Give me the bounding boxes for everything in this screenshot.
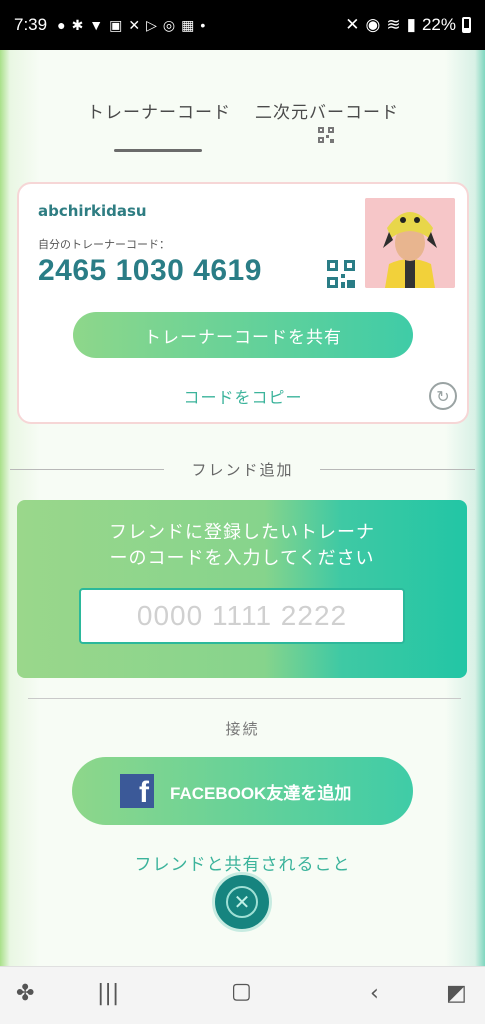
copy-code-link[interactable]: コードをコピー xyxy=(19,384,467,408)
close-button[interactable]: ✕ xyxy=(212,872,272,932)
app-icon: ▣ xyxy=(109,16,123,33)
pinwheel-icon: ✱ xyxy=(71,16,84,33)
trainer-username: abchirkidasu xyxy=(38,202,147,220)
section-separator xyxy=(28,698,461,699)
battery-percent: 22% xyxy=(421,15,456,34)
facebook-button-label: FACEBOOK友達を追加 xyxy=(170,783,352,803)
active-tab-indicator xyxy=(114,149,202,152)
game-launcher-icon[interactable]: ✤ xyxy=(16,981,34,1006)
add-friend-instruction: フレンドに登録したいトレーナ ーのコードを入力してください xyxy=(17,520,467,572)
tab-bar: トレーナーコード 二次元バーコード xyxy=(0,98,485,158)
add-facebook-friends-button[interactable]: f FACEBOOK友達を追加 xyxy=(72,757,413,825)
instagram-icon: ◎ xyxy=(162,16,176,33)
refresh-icon[interactable]: ↻ xyxy=(429,382,457,410)
line-icon: ● xyxy=(57,16,66,33)
battery-icon xyxy=(462,17,471,33)
status-bar: 7:39 ● ✱ ▼ ▣ ✕ ▷ ◎ ▦ • ✕ ◉ ≋ ▮ 22% xyxy=(0,0,485,50)
location-icon: ◉ xyxy=(365,15,381,34)
system-nav-bar: ✤ ||| ▢ ‹ ◩ xyxy=(0,966,485,1024)
qr-code-icon[interactable] xyxy=(327,260,355,288)
play-icon: ▷ xyxy=(146,16,157,33)
instruction-line-1: フレンドに登録したいトレーナ xyxy=(109,522,375,543)
tab-trainer-code[interactable]: トレーナーコード xyxy=(86,98,232,123)
app-screen: トレーナーコード 二次元バーコード abchirkidasu 自分のトレーナーコ… xyxy=(0,50,485,966)
trainer-card: abchirkidasu 自分のトレーナーコード： 2465 1030 4619… xyxy=(17,182,469,424)
status-time: 7:39 xyxy=(14,15,48,34)
trainer-avatar xyxy=(365,198,455,288)
dot-icon: • xyxy=(200,16,206,33)
back-icon[interactable]: ‹ xyxy=(370,981,379,1006)
home-icon[interactable]: ▢ xyxy=(231,979,252,1004)
game-tools-icon[interactable]: ◩ xyxy=(446,981,467,1006)
recent-apps-icon[interactable]: ||| xyxy=(97,981,119,1006)
signal-icon: ▮ xyxy=(406,15,416,34)
gift-icon: ▦ xyxy=(181,16,195,33)
facebook-icon: f xyxy=(120,774,154,808)
mute-icon: ✕ xyxy=(345,15,360,34)
twitter-icon: ▼ xyxy=(89,16,104,33)
instruction-line-2: ーのコードを入力してください xyxy=(109,548,375,569)
qr-code-icon xyxy=(318,127,334,143)
trainer-code-label: 自分のトレーナーコード： xyxy=(38,238,170,251)
share-trainer-code-button[interactable]: トレーナーコードを共有 xyxy=(73,312,413,358)
add-friend-panel: フレンドに登録したいトレーナ ーのコードを入力してください 0000 1111 … xyxy=(17,500,467,678)
friend-code-input[interactable]: 0000 1111 2222 xyxy=(79,588,405,644)
notification-icons: ● ✱ ▼ ▣ ✕ ▷ ◎ ▦ • xyxy=(57,17,205,34)
trainer-code: 2465 1030 4619 xyxy=(38,254,262,287)
connect-heading: 接続 xyxy=(225,720,260,738)
friend-add-heading: フレンド追加 xyxy=(191,461,294,479)
x-icon: ✕ xyxy=(128,16,141,33)
close-icon: ✕ xyxy=(226,886,258,918)
tab-qr-code[interactable]: 二次元バーコード xyxy=(254,98,400,123)
wifi-icon: ≋ xyxy=(386,15,401,34)
